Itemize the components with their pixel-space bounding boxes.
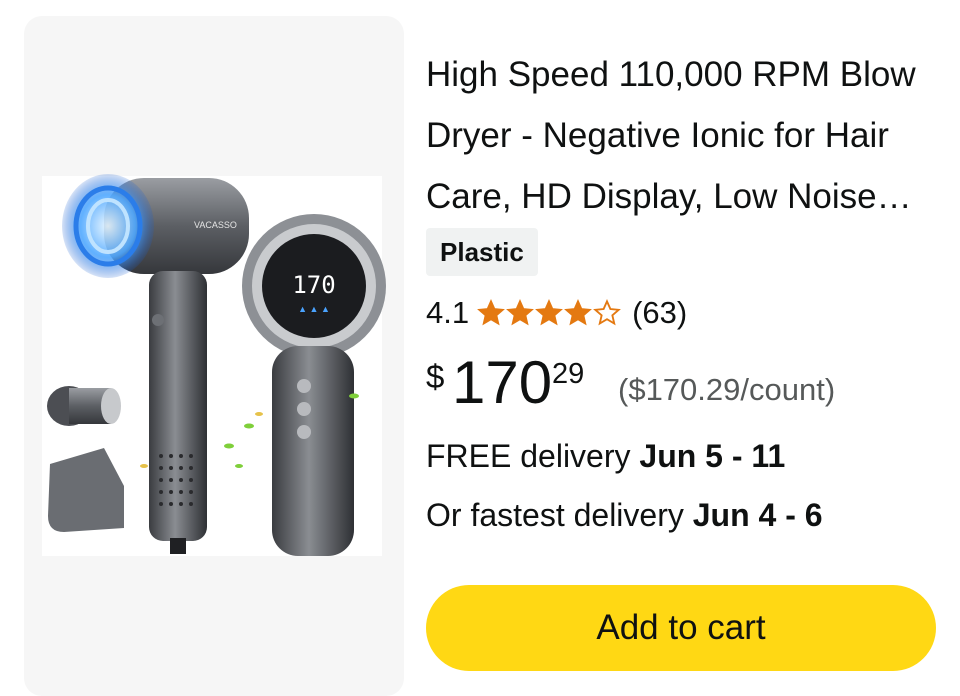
free-delivery: FREE delivery Jun 5 - 11: [426, 438, 785, 475]
price-fraction: 29: [552, 358, 585, 390]
fastest-delivery-dates: Jun 4 - 6: [692, 497, 823, 533]
star-filled-icon: [506, 299, 535, 326]
star-empty-icon: [593, 299, 622, 326]
fastest-delivery-label: Or fastest delivery: [426, 497, 684, 533]
star-filled-icon: [564, 299, 593, 326]
svg-text:▲ ▲ ▲: ▲ ▲ ▲: [298, 304, 330, 314]
rating-row[interactable]: 4.1 (63): [426, 290, 687, 336]
brand-label: VACASSO: [194, 220, 237, 230]
price-whole: 170: [452, 349, 553, 416]
star-filled-icon: [477, 299, 506, 326]
free-delivery-label: FREE delivery: [426, 438, 631, 474]
price-symbol: $: [426, 358, 445, 395]
material-chip[interactable]: Plastic: [426, 228, 538, 276]
display-readout: 170: [292, 271, 335, 299]
product-title[interactable]: High Speed 110,000 RPM Blow Dryer - Nega…: [426, 44, 946, 227]
product-image-panel[interactable]: VACASSO 170 ▲ ▲ ▲: [24, 16, 404, 696]
product-image[interactable]: VACASSO 170 ▲ ▲ ▲: [24, 16, 404, 576]
unit-price: ($170.29/count): [618, 372, 836, 407]
star-rating: [477, 299, 622, 327]
star-filled-icon: [535, 299, 564, 326]
add-to-cart-button[interactable]: Add to cart: [426, 585, 936, 671]
fastest-delivery: Or fastest delivery Jun 4 - 6: [426, 497, 823, 534]
rating-count[interactable]: (63): [632, 295, 687, 331]
free-delivery-dates: Jun 5 - 11: [639, 438, 786, 474]
rating-value: 4.1: [426, 295, 470, 330]
